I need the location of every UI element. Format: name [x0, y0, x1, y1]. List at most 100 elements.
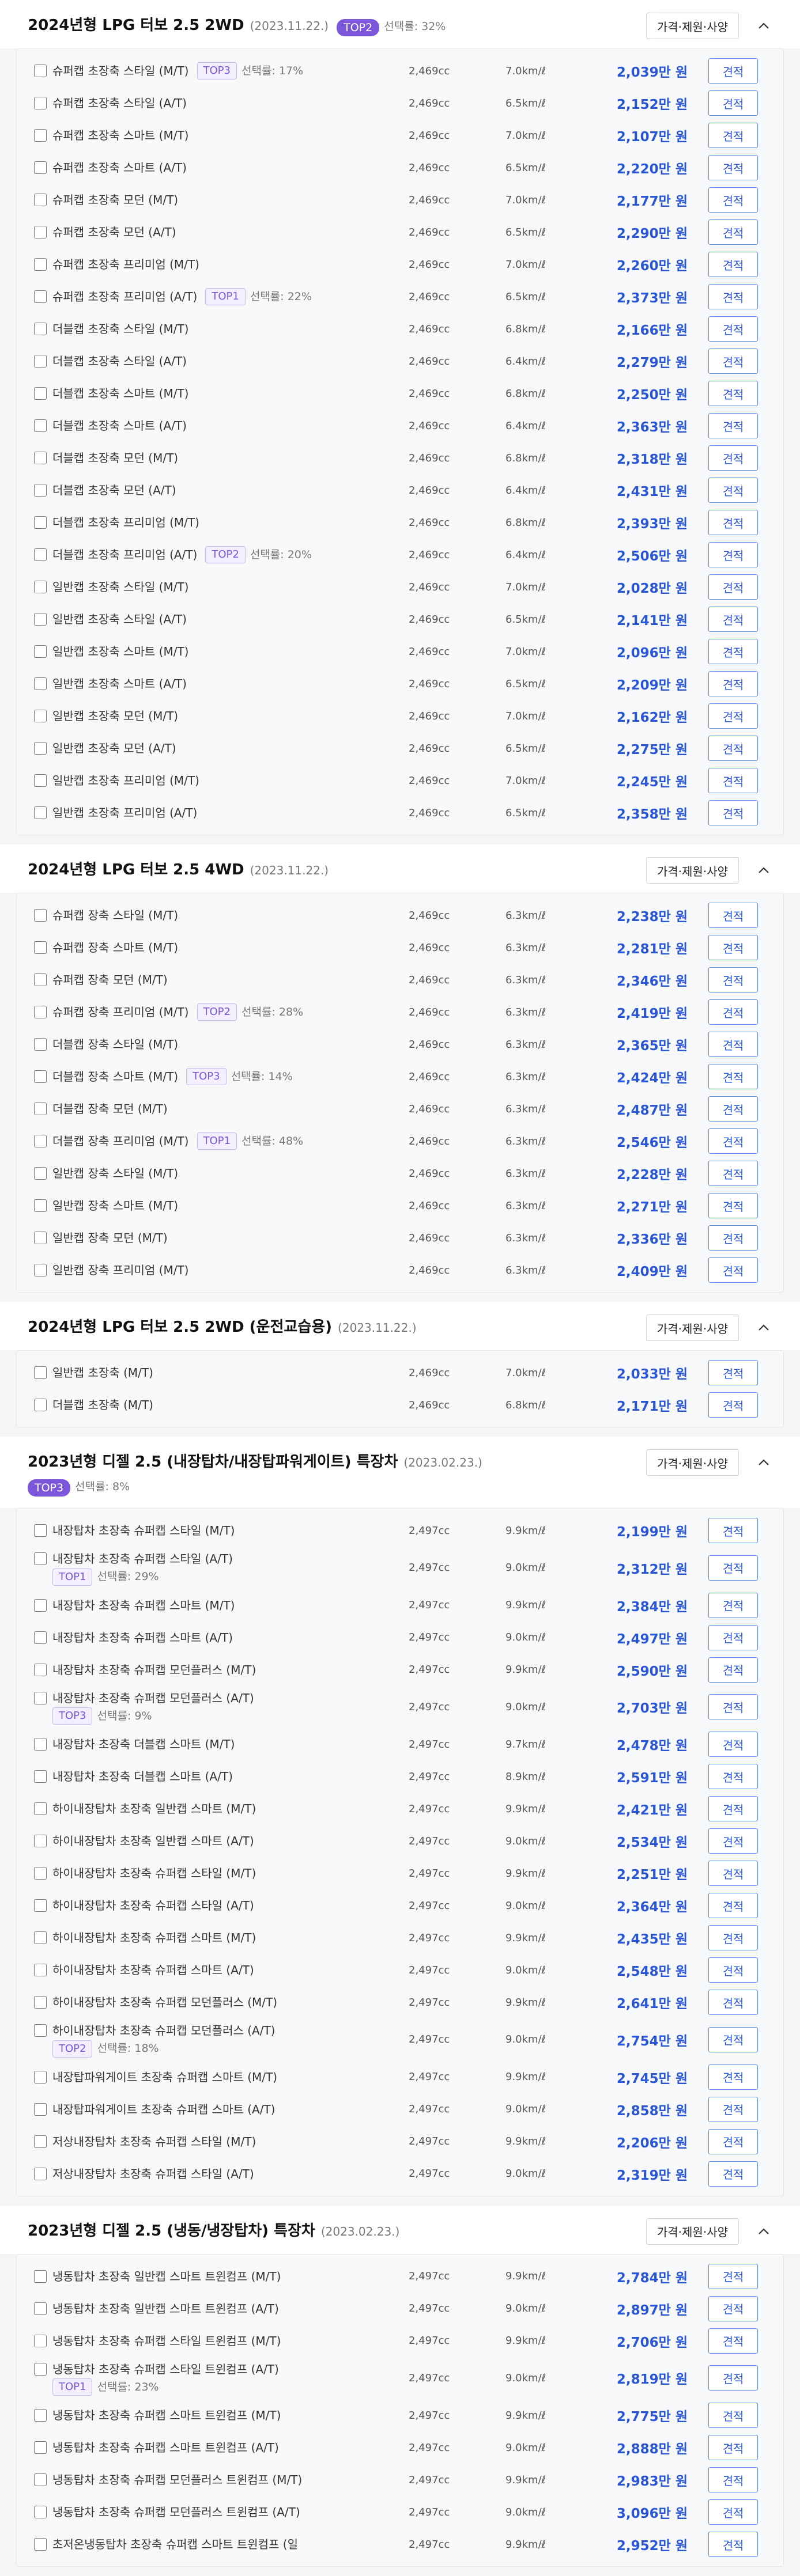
- quote-button[interactable]: 견적: [708, 1694, 758, 1719]
- trim-checkbox[interactable]: [34, 2071, 47, 2083]
- trim-checkbox[interactable]: [34, 1232, 47, 1244]
- quote-button[interactable]: 견적: [708, 90, 758, 116]
- quote-button[interactable]: 견적: [708, 316, 758, 342]
- quote-button[interactable]: 견적: [708, 1392, 758, 1418]
- trim-checkbox[interactable]: [34, 1006, 47, 1018]
- trim-checkbox[interactable]: [34, 161, 47, 174]
- trim-checkbox[interactable]: [34, 419, 47, 432]
- quote-button[interactable]: 견적: [708, 574, 758, 600]
- trim-checkbox[interactable]: [34, 2168, 47, 2180]
- quote-button[interactable]: 견적: [708, 2129, 758, 2154]
- quote-button[interactable]: 견적: [708, 2365, 758, 2391]
- quote-button[interactable]: 견적: [708, 2027, 758, 2052]
- trim-checkbox[interactable]: [34, 1399, 47, 1411]
- trim-checkbox[interactable]: [34, 1038, 47, 1051]
- quote-button[interactable]: 견적: [708, 935, 758, 960]
- trim-checkbox[interactable]: [34, 484, 47, 497]
- quote-button[interactable]: 견적: [708, 510, 758, 535]
- quote-button[interactable]: 견적: [708, 1957, 758, 1983]
- trim-checkbox[interactable]: [34, 2441, 47, 2454]
- trim-checkbox[interactable]: [34, 129, 47, 142]
- quote-button[interactable]: 견적: [708, 1032, 758, 1057]
- trim-checkbox[interactable]: [34, 1802, 47, 1815]
- trim-checkbox[interactable]: [34, 613, 47, 626]
- quote-button[interactable]: 견적: [708, 1893, 758, 1918]
- quote-button[interactable]: 견적: [708, 542, 758, 567]
- quote-button[interactable]: 견적: [708, 736, 758, 761]
- quote-button[interactable]: 견적: [708, 1128, 758, 1154]
- trim-checkbox[interactable]: [34, 226, 47, 238]
- trim-checkbox[interactable]: [34, 516, 47, 529]
- trim-checkbox[interactable]: [34, 1692, 47, 1704]
- quote-button[interactable]: 견적: [708, 1593, 758, 1618]
- quote-button[interactable]: 견적: [708, 2161, 758, 2187]
- trim-checkbox[interactable]: [34, 909, 47, 922]
- quote-button[interactable]: 견적: [708, 2064, 758, 2090]
- trim-checkbox[interactable]: [34, 1931, 47, 1944]
- trim-checkbox[interactable]: [34, 323, 47, 335]
- quote-button[interactable]: 견적: [708, 187, 758, 213]
- quote-button[interactable]: 견적: [708, 2328, 758, 2354]
- trim-checkbox[interactable]: [34, 2538, 47, 2551]
- trim-checkbox[interactable]: [34, 2409, 47, 2422]
- spec-button[interactable]: 가격·제원·사양: [646, 1314, 739, 1341]
- trim-checkbox[interactable]: [34, 2506, 47, 2518]
- spec-button[interactable]: 가격·제원·사양: [646, 1449, 739, 1476]
- quote-button[interactable]: 견적: [708, 284, 758, 309]
- quote-button[interactable]: 견적: [708, 967, 758, 992]
- quote-button[interactable]: 견적: [708, 1096, 758, 1122]
- quote-button[interactable]: 견적: [708, 768, 758, 793]
- trim-checkbox[interactable]: [34, 2103, 47, 2116]
- trim-checkbox[interactable]: [34, 2363, 47, 2376]
- quote-button[interactable]: 견적: [708, 1732, 758, 1757]
- quote-button[interactable]: 견적: [708, 1828, 758, 1854]
- trim-checkbox[interactable]: [34, 710, 47, 722]
- trim-checkbox[interactable]: [34, 2270, 47, 2283]
- trim-checkbox[interactable]: [34, 2024, 47, 2037]
- trim-checkbox[interactable]: [34, 1552, 47, 1565]
- trim-checkbox[interactable]: [34, 1599, 47, 1612]
- quote-button[interactable]: 견적: [708, 1796, 758, 1821]
- trim-checkbox[interactable]: [34, 1664, 47, 1676]
- trim-checkbox[interactable]: [34, 645, 47, 658]
- quote-button[interactable]: 견적: [708, 1925, 758, 1950]
- quote-button[interactable]: 견적: [708, 999, 758, 1025]
- quote-button[interactable]: 견적: [708, 123, 758, 148]
- quote-button[interactable]: 견적: [708, 1625, 758, 1650]
- spec-button[interactable]: 가격·제원·사양: [646, 857, 739, 884]
- trim-checkbox[interactable]: [34, 677, 47, 690]
- quote-button[interactable]: 견적: [708, 1861, 758, 1886]
- quote-button[interactable]: 견적: [708, 607, 758, 632]
- trim-checkbox[interactable]: [34, 1103, 47, 1115]
- trim-checkbox[interactable]: [34, 1996, 47, 2009]
- trim-checkbox[interactable]: [34, 1167, 47, 1180]
- quote-button[interactable]: 견적: [708, 1225, 758, 1251]
- trim-checkbox[interactable]: [34, 194, 47, 206]
- trim-checkbox[interactable]: [34, 355, 47, 368]
- quote-button[interactable]: 견적: [708, 903, 758, 928]
- quote-button[interactable]: 견적: [708, 1161, 758, 1186]
- trim-checkbox[interactable]: [34, 1135, 47, 1147]
- quote-button[interactable]: 견적: [708, 703, 758, 729]
- trim-checkbox[interactable]: [34, 1264, 47, 1276]
- quote-button[interactable]: 견적: [708, 219, 758, 245]
- quote-button[interactable]: 견적: [708, 1193, 758, 1218]
- trim-checkbox[interactable]: [34, 1366, 47, 1379]
- trim-checkbox[interactable]: [34, 973, 47, 986]
- quote-button[interactable]: 견적: [708, 58, 758, 84]
- quote-button[interactable]: 견적: [708, 1518, 758, 1543]
- trim-checkbox[interactable]: [34, 1770, 47, 1783]
- quote-button[interactable]: 견적: [708, 1064, 758, 1089]
- trim-checkbox[interactable]: [34, 2302, 47, 2315]
- quote-button[interactable]: 견적: [708, 1257, 758, 1283]
- quote-button[interactable]: 견적: [708, 2499, 758, 2525]
- spec-button[interactable]: 가격·제원·사양: [646, 13, 739, 39]
- trim-checkbox[interactable]: [34, 774, 47, 787]
- quote-button[interactable]: 견적: [708, 2097, 758, 2122]
- quote-button[interactable]: 견적: [708, 2403, 758, 2428]
- quote-button[interactable]: 견적: [708, 1657, 758, 1683]
- trim-checkbox[interactable]: [34, 290, 47, 303]
- trim-checkbox[interactable]: [34, 258, 47, 271]
- trim-checkbox[interactable]: [34, 65, 47, 77]
- quote-button[interactable]: 견적: [708, 155, 758, 180]
